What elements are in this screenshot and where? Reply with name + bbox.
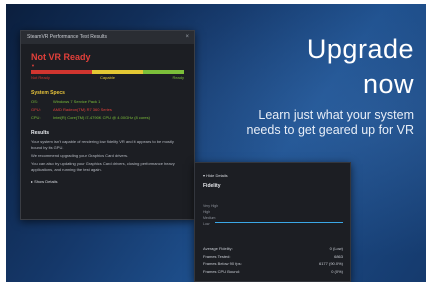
spec-value: Windows 7 Service Pack 1 [53,99,101,104]
spec-value: Intel(R) Core(TM) i7-4790K CPU @ 4.00GHz… [53,115,150,120]
fidelity-panel: ▾ Hide Details Fidelity Very High High M… [194,162,351,282]
metric-value: 6177 (90.0%) [318,261,343,266]
metric-label: Frames Tested: [203,253,231,259]
spec-row-gpu: GPU: AMD Radeon(TM) R7 360 Series [31,107,194,112]
promo-banner: Upgrade now Learn just what your system … [6,4,426,282]
window-title-bar: SteamVR Performance Test Results × [21,31,194,44]
hero-title-line2: now [362,69,414,99]
results-paragraph: We recommend upgrading your Graphics Car… [31,153,129,158]
meter-segment-ready [142,70,184,74]
system-specs-title: System Specs [31,90,65,96]
results-window: SteamVR Performance Test Results × Not V… [20,30,195,220]
verdict-label: Not VR Ready [31,52,91,62]
hide-details-toggle[interactable]: ▾ Hide Details [203,173,350,178]
metric-label: Frames CPU Bound: [203,268,240,274]
results-paragraph: You can also try updating your Graphics … [31,161,175,172]
metric-value: 0 (0%) [331,268,343,274]
metric-row: Frames CPU Bound: 0 (0%) [203,268,343,276]
close-icon[interactable]: × [185,31,189,44]
hero-title-line1: Upgrade [306,34,414,64]
metric-row: Frames Tested: 6863 [203,253,343,261]
spec-key: GPU: [31,107,41,112]
metric-value: 0 (Low) [329,246,343,251]
fidelity-title: Fidelity [203,183,221,189]
meter-segment-not-ready [31,70,93,74]
meter-labels: Not Ready Capable Ready [31,75,184,80]
metric-label: Average Fidelity: [203,246,233,251]
window-title: SteamVR Performance Test Results [27,34,107,40]
meter-segment-capable [92,70,143,74]
spec-value: AMD Radeon(TM) R7 360 Series [53,107,112,112]
meter-label-not-ready: Not Ready [31,75,50,80]
metric-row: Average Fidelity: 0 (Low) [203,245,343,253]
meter-marker-icon: ▼ [31,63,35,68]
metric-row: Frames Below 90 fps: 6177 (90.0%) [203,260,343,268]
spec-key: CPU: [31,115,41,120]
fidelity-metrics: Average Fidelity: 0 (Low) Frames Tested:… [203,245,343,275]
meter-label-ready: Ready [172,75,184,80]
spec-row-cpu: CPU: Intel(R) Core(TM) i7-4790K CPU @ 4.… [31,115,194,120]
fidelity-line [215,222,343,223]
results-text: Your system isn't capable of rendering l… [31,139,184,173]
spec-key: OS: [31,99,38,104]
hero-subtitle-line2: needs to get geared up for VR [246,123,414,137]
meter-label-capable: Capable [100,75,115,80]
hero-text: Upgrade now Learn just what your system … [247,32,414,138]
metric-value: 6863 [334,253,343,259]
results-title: Results [31,130,50,136]
readiness-meter [31,70,184,74]
hero-subtitle: Learn just what your system needs to get… [247,108,414,138]
fidelity-chart [215,203,343,229]
show-details-toggle[interactable]: ▸ Show Details [31,179,194,184]
results-paragraph: Your system isn't capable of rendering l… [31,139,174,150]
spec-row-os: OS: Windows 7 Service Pack 1 [31,99,194,104]
metric-label: Frames Below 90 fps: [203,261,242,266]
hero-subtitle-line1: Learn just what your system [258,108,414,122]
